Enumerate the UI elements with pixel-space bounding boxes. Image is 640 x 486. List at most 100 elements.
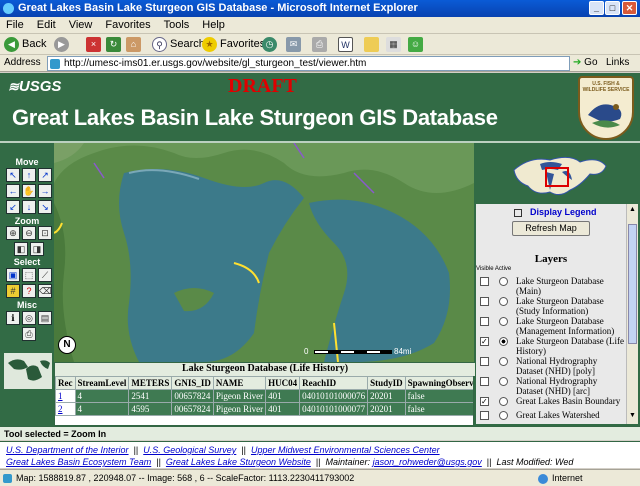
query-button[interactable]: ? [22, 284, 36, 298]
layer-visible-checkbox[interactable]: ✓ [480, 337, 489, 346]
menu-favorites[interactable]: Favorites [99, 17, 157, 31]
pan-northwest-button[interactable]: ↖ [6, 168, 20, 182]
favorites-button[interactable]: ★ Favorites [202, 36, 265, 53]
back-button[interactable]: ◀ Back [4, 36, 46, 53]
menu-view[interactable]: View [63, 17, 100, 31]
info-button[interactable]: ℹ [6, 311, 20, 325]
refresh-button[interactable]: ↻ [106, 36, 124, 53]
minimize-button[interactable]: _ [589, 1, 604, 15]
layer-visible-checkbox[interactable] [480, 377, 489, 386]
mail-button[interactable]: ✉ [286, 36, 304, 53]
link-glbet[interactable]: Great Lakes Basin Ecosystem Team [6, 457, 151, 467]
close-button[interactable]: ✕ [622, 1, 637, 15]
table-header-cell[interactable]: HUC04 [265, 376, 301, 390]
print-button[interactable]: ⎙ [312, 36, 330, 53]
table-header-cell[interactable]: SpawningObserve [404, 376, 473, 390]
table-header-cell[interactable]: StudyID [367, 376, 406, 390]
zoom-out-button[interactable]: ⊖ [22, 226, 36, 240]
print-map-button[interactable]: ⎙ [22, 327, 36, 341]
table-header-cell[interactable]: GNIS_ID [171, 376, 214, 390]
messenger-button[interactable]: ☺ [408, 36, 426, 53]
table-header-cell[interactable]: NAME [212, 376, 267, 390]
address-input[interactable]: http://umesc-ims01.er.usgs.gov/website/g… [47, 56, 570, 71]
maintainer-email[interactable]: jason_rohweder@usgs.gov [373, 457, 482, 467]
edit-button[interactable]: W [338, 36, 356, 53]
layer-visible-checkbox[interactable] [480, 411, 489, 420]
link-doi[interactable]: U.S. Department of the Interior [6, 445, 129, 455]
layer-visible-checkbox[interactable] [480, 317, 489, 326]
layer-active-radio[interactable] [499, 377, 508, 386]
pan-east-button[interactable]: → [38, 184, 52, 198]
pan-west-button[interactable]: ← [6, 184, 20, 198]
layer-visible-checkbox[interactable]: ✓ [480, 397, 489, 406]
scroll-thumb[interactable] [628, 224, 637, 344]
folder-button[interactable] [364, 36, 382, 53]
display-legend-link[interactable]: Display Legend [514, 207, 597, 217]
layers-scrollbar[interactable]: ▲ ▼ [626, 204, 638, 424]
table-cell: Pigeon River [212, 402, 267, 416]
history-button[interactable]: ◷ [262, 36, 280, 53]
research-button[interactable]: ▦ [386, 36, 404, 53]
maximize-button[interactable]: □ [605, 1, 620, 15]
scroll-up-icon[interactable]: ▲ [629, 206, 636, 213]
record-link[interactable]: 1 [55, 389, 76, 403]
forward-button[interactable]: ▶ [54, 36, 72, 53]
layer-label: Lake Sturgeon Database (Study Informatio… [516, 296, 604, 316]
zoom-active-button[interactable]: ◨ [30, 242, 44, 256]
stop-button[interactable]: × [86, 36, 104, 53]
scroll-down-icon[interactable]: ▼ [629, 412, 636, 419]
layer-active-radio[interactable] [499, 317, 508, 326]
layer-active-radio[interactable] [499, 277, 508, 286]
search-button[interactable]: ⚲ Search [152, 36, 205, 53]
layer-active-radio[interactable] [499, 297, 508, 306]
identify-button[interactable]: ▣ [6, 268, 20, 282]
table-header-cell[interactable]: StreamLevel [74, 376, 130, 390]
menu-edit[interactable]: Edit [31, 17, 63, 31]
home-button[interactable]: ⌂ [126, 36, 144, 53]
refresh-map-button[interactable]: Refresh Map [512, 221, 590, 236]
menu-help[interactable]: Help [196, 17, 232, 31]
link-usgs[interactable]: U.S. Geological Survey [143, 445, 236, 455]
legend-button[interactable]: ▤ [38, 311, 52, 325]
map-view[interactable]: N 0 84mi [54, 143, 474, 362]
table-header-cell[interactable]: Rec [55, 376, 76, 390]
table-header-cell[interactable]: METERS [128, 376, 173, 390]
select-by-line-button[interactable]: # [6, 284, 20, 298]
link-umesc[interactable]: Upper Midwest Environmental Sciences Cen… [251, 445, 440, 455]
menu-file[interactable]: File [0, 17, 31, 31]
layer-visible-checkbox[interactable] [480, 277, 489, 286]
pan-north-button[interactable]: ↑ [22, 168, 36, 182]
layer-active-radio[interactable] [499, 337, 508, 346]
table-scroll-area[interactable]: Rec StreamLevel METERS GNIS_ID NAME HUC04 Reac… [55, 376, 473, 426]
layer-active-radio[interactable] [499, 411, 508, 420]
select-rect-button[interactable]: ⬚ [22, 268, 36, 282]
pan-southwest-button[interactable]: ↙ [6, 200, 20, 214]
menu-tools[interactable]: Tools [158, 17, 197, 31]
links-button[interactable]: Links [606, 57, 629, 68]
layer-active-radio[interactable] [499, 397, 508, 406]
map-image [54, 143, 474, 362]
zoom-full-button[interactable]: ⊡ [38, 226, 52, 240]
footer-links-row1: U.S. Department of the Interior || U.S. … [6, 445, 440, 455]
zoom-in-button[interactable]: ⊕ [6, 226, 20, 240]
layer-visible-checkbox[interactable] [480, 297, 489, 306]
layer-visible-checkbox[interactable] [480, 357, 489, 366]
pan-hand-button[interactable]: ✋ [22, 184, 36, 198]
pan-southeast-button[interactable]: ↘ [38, 200, 52, 214]
layer-active-radio[interactable] [499, 357, 508, 366]
site-header: ≋USGS DRAFT Great Lakes Basin Lake Sturg… [0, 73, 640, 143]
measure-button[interactable]: ⟋ [38, 268, 52, 282]
record-link[interactable]: 2 [55, 402, 76, 416]
pan-south-button[interactable]: ↓ [22, 200, 36, 214]
attribute-table: Rec StreamLevel METERS GNIS_ID NAME HUC04 Reac… [55, 376, 473, 416]
link-sturgeon-website[interactable]: Great Lakes Lake Sturgeon Website [166, 457, 311, 467]
zoom-last-button[interactable]: ◧ [14, 242, 28, 256]
table-header-cell[interactable]: ReachID [299, 376, 369, 390]
table-row: 1 4 2541 00657824 Pigeon River 401 04010101000… [55, 389, 473, 403]
misc-heading: Misc [16, 300, 37, 310]
clear-selection-button[interactable]: ⌫ [38, 284, 52, 298]
overview-map[interactable] [480, 146, 630, 202]
go-button[interactable]: ➔ Go [573, 57, 598, 68]
pan-northeast-button[interactable]: ↗ [38, 168, 52, 182]
buffer-button[interactable]: ◎ [22, 311, 36, 325]
